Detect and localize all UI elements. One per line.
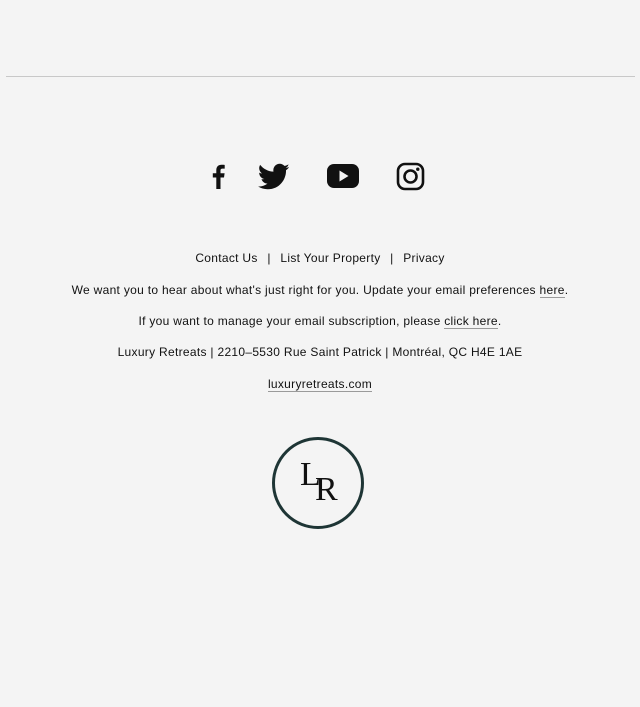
twitter-icon[interactable] [258,163,290,191]
social-links [0,160,640,196]
contact-us-link[interactable]: Contact Us [195,251,257,265]
email-preferences-link[interactable]: here [539,283,565,298]
manage-subscription-link[interactable]: click here [444,314,498,329]
company-address: Luxury Retreats | 2210–5530 Rue Saint Pa… [117,345,523,359]
logo-monogram: L R [275,440,361,526]
footer-links: Contact Us | List Your Property | Privac… [0,251,640,265]
subscription-text: If you want to manage your email subscri… [138,314,502,329]
logo-letter-r: R [315,471,338,508]
list-your-property-link[interactable]: List Your Property [280,251,380,265]
instagram-icon[interactable] [396,162,425,191]
link-separator: | [267,251,271,265]
email-preferences-text: We want you to hear about what's just ri… [71,283,569,298]
luxury-retreats-logo[interactable]: L R [272,437,364,529]
youtube-icon[interactable] [326,163,360,189]
link-separator: | [390,251,394,265]
website-line: luxuryretreats.com [0,377,640,392]
top-divider [6,76,635,77]
privacy-link[interactable]: Privacy [403,251,444,265]
facebook-icon[interactable] [209,163,227,189]
website-link[interactable]: luxuryretreats.com [267,377,373,392]
